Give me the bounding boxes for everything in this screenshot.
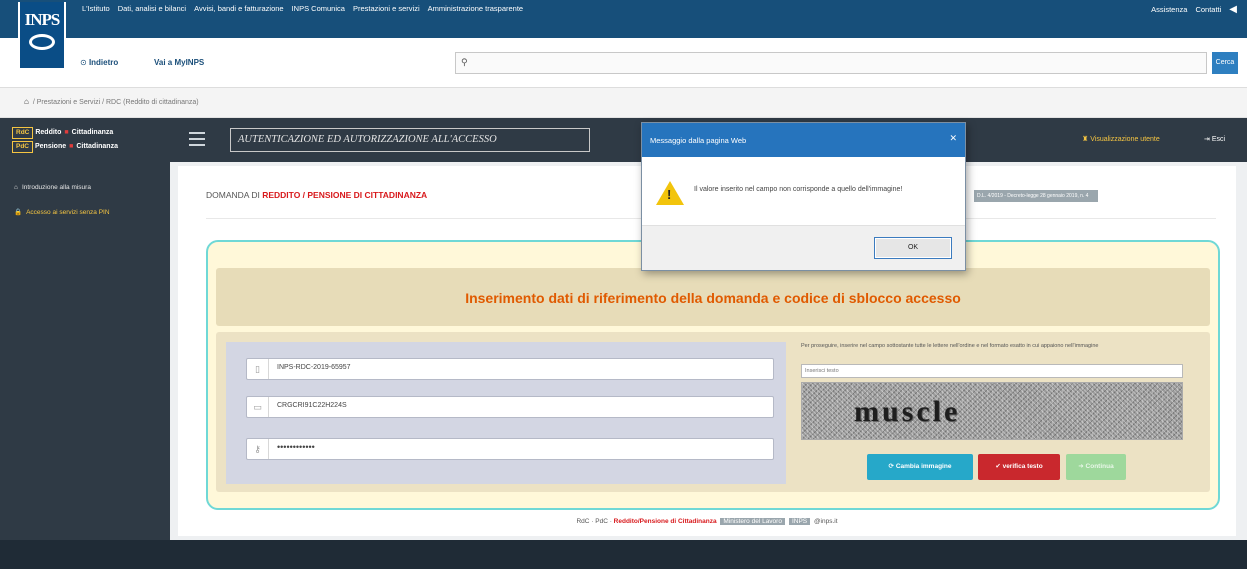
speaker-icon[interactable]: ◀ [1229,4,1237,15]
search-input[interactable]: ⚲ [455,52,1207,74]
form-panel: Inserimento dati di riferimento della do… [206,240,1220,510]
ok-button[interactable]: OK [874,237,952,259]
credentials-pane: ▯ INPS-RDC-2019-65957 ▭ CRGCRI91C22H224S… [226,342,786,484]
verify-text-button[interactable]: ✔ verifica testo [978,454,1060,480]
decree-badge: D.L. 4/2019 - Decreto-legge 28 gennaio 2… [974,190,1098,202]
captcha-word: muscle [854,395,961,428]
top-nav-links: L'Istituto Dati, analisi e bilanci Avvis… [82,4,523,13]
footer-title: Reddito/Pensione di Cittadinanza [613,518,717,525]
breadcrumb: ⌂ / Prestazioni e Servizi / RDC (Reddito … [0,88,1247,118]
captcha-pane: Per proseguire, inserire nel campo sotto… [801,342,1191,484]
search-button[interactable]: Cerca [1212,52,1238,74]
sidebar: ⌂ Introduzione alla misura 🔒 Accesso ai se… [0,162,170,540]
rdc-brand[interactable]: RdC Reddito ■ Cittadinanza PdC Pensione ■ Citt… [12,126,118,154]
close-icon[interactable]: ✕ [949,133,957,144]
sidebar-item-accesso[interactable]: 🔒 Accesso ai servizi senza PIN [14,208,110,216]
contatti-link[interactable]: Contatti [1195,5,1221,14]
hamburger-menu-icon[interactable] [189,132,205,146]
change-image-button[interactable]: ⟳ Cambia immagine [867,454,973,480]
dialog-footer: OK [642,225,965,270]
search-icon: ⚲ [461,57,468,67]
logo-text: INPS [24,10,61,29]
fiscal-code-field[interactable]: ▭ CRGCRI91C22H224S [246,396,774,418]
domanda-highlight: REDDITO / PENSIONE DI CITTADINANZA [262,190,428,200]
myinps-link[interactable]: Vai a MyINPS [154,58,204,67]
protocol-field[interactable]: ▯ INPS-RDC-2019-65957 [246,358,774,380]
lock-icon: 🔒 [14,209,23,216]
arrow-icon: ➜ [1078,463,1086,470]
panel-title: Inserimento dati di riferimento della do… [465,290,961,306]
brand-cittadinanza-1: Cittadinanza [71,129,114,136]
nav-link-trasparente[interactable]: Amministrazione trasparente [428,4,523,13]
form-zone: ▯ INPS-RDC-2019-65957 ▭ CRGCRI91C22H224S… [216,332,1210,492]
page-title: AUTENTICAZIONE ED AUTORIZZAZIONE ALL'ACC… [230,128,590,152]
nav-link-avvisi[interactable]: Avvisi, bandi e fatturazione [194,4,284,13]
captcha-hint: Per proseguire, inserire nel campo sotto… [801,343,1099,349]
secondary-bar: ⊙ Indietro Vai a MyINPS ⚲ Cerca [0,38,1247,88]
footer: RdC · PdC · Reddito/Pensione di Cittadin… [576,518,838,525]
home-icon[interactable]: ⌂ [24,97,29,106]
captcha-image: muscle [801,382,1183,440]
panel-title-bar: Inserimento dati di riferimento della do… [216,268,1210,326]
brand-tag-rdc: RdC [12,127,34,139]
breadcrumb-item-rdc: RDC (Reddito di cittadinanza) [106,99,199,106]
unlock-code-field[interactable]: ⚷ •••••••••••• [246,438,774,460]
domanda-heading: DOMANDA DI REDDITO / PENSIONE DI CITTADI… [206,190,428,200]
top-navigation-bar: L'Istituto Dati, analisi e bilanci Avvis… [0,0,1247,38]
nav-link-prestazioni[interactable]: Prestazioni e servizi [353,4,420,13]
protocol-value: INPS-RDC-2019-65957 [277,364,351,371]
document-icon: ▯ [247,359,269,379]
assistenza-link[interactable]: Assistenza [1151,5,1187,14]
unlock-code-value: •••••••••••• [277,442,315,452]
nav-link-comunica[interactable]: INPS Comunica [292,4,345,13]
back-label: Indietro [88,58,119,67]
continue-button[interactable]: ➜ Continua [1066,454,1126,480]
fiscal-code-value: CRGCRI91C22H224S [277,402,347,409]
alert-dialog: Messaggio dalla pagina Web ✕ ! Il valore… [641,122,966,271]
top-right-links: Assistenza Contatti ◀ [1151,4,1237,15]
back-arrow-icon: ⊙ [80,58,89,67]
user-link[interactable]: ♜ Visualizzazione utente [1082,135,1160,143]
back-link[interactable]: ⊙ Indietro [80,58,118,67]
check-icon: ✔ [995,463,1003,470]
dialog-title: Messaggio dalla pagina Web ✕ [642,123,965,157]
nav-link-dati[interactable]: Dati, analisi e bilanci [118,4,186,13]
nav-link-istituto[interactable]: L'Istituto [82,4,110,13]
user-icon: ♜ [1082,136,1091,143]
warning-icon: ! [656,181,684,205]
logo-emblem-icon [29,34,55,50]
footer-link[interactable]: @inps.it [814,518,838,525]
refresh-icon: ⟳ [888,463,896,470]
logout-link[interactable]: ⇥ Esci [1204,135,1225,143]
home-icon: ⌂ [14,184,18,191]
captcha-input[interactable]: Inserisci testo [801,364,1183,378]
footer-badge-inps: INPS [788,518,811,525]
brand-reddito: Reddito [35,129,62,136]
dialog-message: Il valore inserito nel campo non corrisp… [694,186,903,193]
brand-cittadinanza-2: Cittadinanza [76,143,118,150]
app-header: RdC Reddito ■ Cittadinanza PdC Pensione ■ Citt… [0,118,1247,162]
inps-logo[interactable]: INPS [18,2,66,70]
sidebar-item-introduzione[interactable]: ⌂ Introduzione alla misura [14,184,91,191]
logout-icon: ⇥ [1204,136,1212,143]
footer-badge-ministero: Ministero del Lavoro [720,518,785,525]
brand-tag-pdc: PdC [12,141,33,153]
brand-pensione: Pensione [35,143,67,150]
id-card-icon: ▭ [247,397,269,417]
breadcrumb-item-prestazioni[interactable]: Prestazioni e Servizi [37,99,100,106]
bottom-bar [0,540,1247,569]
key-icon: ⚷ [247,439,269,459]
